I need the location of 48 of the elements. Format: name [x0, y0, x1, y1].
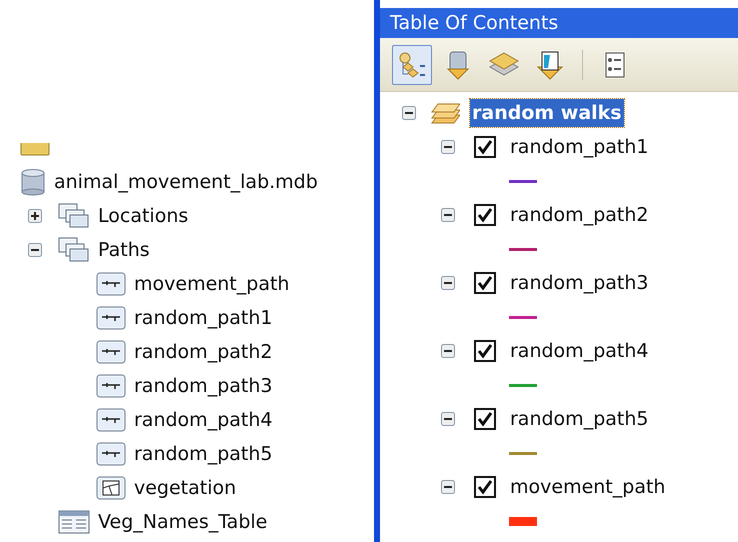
collapse-icon[interactable]	[441, 412, 455, 426]
tree-item[interactable]: random_path5	[134, 440, 272, 468]
line-feature-class-icon	[96, 340, 126, 364]
checkbox[interactable]	[474, 136, 496, 158]
line-feature-class-icon	[96, 306, 126, 330]
panel-title: Table Of Contents	[390, 14, 558, 32]
checkbox[interactable]	[474, 272, 496, 294]
layer-group-icon	[430, 101, 460, 125]
checkbox[interactable]	[474, 204, 496, 226]
database-icon	[20, 168, 46, 196]
dataset-icon	[58, 203, 90, 229]
layer-name[interactable]: random_path5	[510, 404, 648, 434]
tree-item[interactable]: random_path4	[134, 406, 272, 434]
checkbox[interactable]	[474, 340, 496, 362]
collapse-icon[interactable]	[441, 344, 455, 358]
layer-name[interactable]: random_path1	[510, 132, 648, 162]
tree-item[interactable]: random_path3	[134, 372, 272, 400]
layer-name[interactable]: random_path3	[510, 268, 648, 298]
collapse-icon[interactable]	[441, 480, 455, 494]
tree-item[interactable]: random_path2	[134, 338, 272, 366]
tree-item[interactable]: animal_movement_lab.mdb	[54, 168, 318, 196]
line-feature-class-icon	[96, 408, 126, 432]
layer-name[interactable]: random_path2	[510, 200, 648, 230]
line-feature-class-icon	[96, 272, 126, 296]
collapse-icon[interactable]	[28, 243, 42, 257]
folder-icon	[20, 143, 50, 156]
group-label[interactable]: random walks	[470, 98, 624, 128]
tree-item[interactable]: Veg_Names_Table	[98, 508, 268, 536]
collapse-icon[interactable]	[441, 140, 455, 154]
collapse-icon[interactable]	[441, 208, 455, 222]
checkbox[interactable]	[474, 476, 496, 498]
checkbox[interactable]	[474, 408, 496, 430]
tree-item[interactable]: movement_path	[134, 270, 290, 298]
tree-item[interactable]: random_path1	[134, 304, 272, 332]
selection-icon	[534, 48, 566, 80]
polygon-icon	[96, 476, 126, 500]
layer-name[interactable]: random_path4	[510, 336, 648, 366]
tree-item[interactable]: Paths	[98, 236, 150, 264]
collapse-icon[interactable]	[441, 276, 455, 290]
expand-icon[interactable]	[28, 209, 42, 223]
layer-name[interactable]: movement_path	[510, 472, 666, 502]
line-feature-class-icon	[96, 374, 126, 398]
tree-item[interactable]: vegetation	[134, 474, 236, 502]
collapse-icon[interactable]	[402, 106, 416, 120]
dataset-icon	[58, 237, 90, 263]
line-feature-class-icon	[96, 442, 126, 466]
table-icon	[58, 510, 90, 534]
tree-item[interactable]: Locations	[98, 202, 188, 230]
